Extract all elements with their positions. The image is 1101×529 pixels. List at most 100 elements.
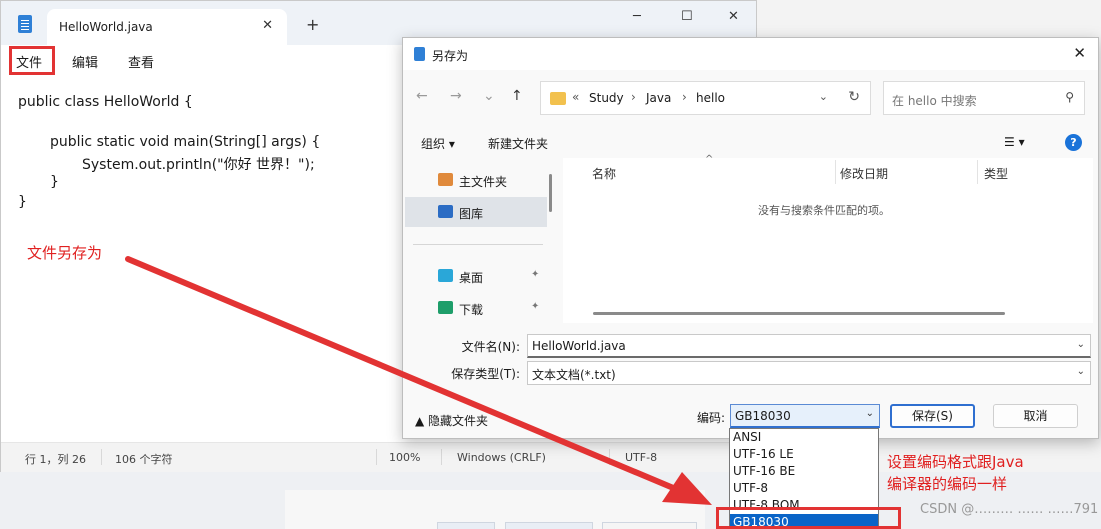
annotation-encoding-line2: 编译器的编码一样	[887, 475, 1008, 493]
cancel-button[interactable]: 取消	[993, 404, 1078, 428]
sidebar-divider	[413, 244, 543, 245]
encoding-option-ansi[interactable]: ANSI	[730, 429, 878, 446]
code-line: }	[18, 194, 27, 210]
background-button	[602, 522, 697, 529]
encoding-option-utf8[interactable]: UTF-8	[730, 480, 878, 497]
code-line: public static void main(String[] args) {	[50, 134, 321, 150]
sidebar-item-label: 下载	[459, 303, 484, 317]
filetype-label: 保存类型(T):	[451, 367, 520, 381]
status-divider	[101, 449, 102, 465]
tab-helloworld[interactable]: HelloWorld.java ✕	[47, 9, 287, 45]
column-name[interactable]: 名称	[592, 165, 616, 182]
pin-icon[interactable]: ✦	[531, 269, 539, 280]
organize-menu[interactable]: 组织 ▾	[421, 135, 455, 152]
breadcrumb-separator: ›	[682, 90, 687, 104]
breadcrumb-java[interactable]: Java	[646, 91, 671, 105]
encoding-option-utf16le[interactable]: UTF-16 LE	[730, 446, 878, 463]
filename-row: 文件名(N): HelloWorld.java ⌄	[403, 334, 1098, 358]
hide-folders-button[interactable]: ▲ 隐藏文件夹	[415, 412, 488, 429]
encoding-select[interactable]: GB18030 ⌄	[730, 404, 880, 428]
sidebar-item-gallery[interactable]: 图库	[405, 197, 547, 227]
annotation-save-as: 文件另存为	[27, 244, 103, 262]
menu-view[interactable]: 查看	[128, 52, 154, 71]
tab-title: HelloWorld.java	[59, 20, 153, 34]
sort-ascending-icon: ^	[705, 154, 714, 165]
search-icon[interactable]: ⚲	[1065, 90, 1074, 104]
chevron-down-icon[interactable]: ⌄	[1077, 339, 1085, 350]
save-as-dialog: 另存为 ✕ ← → ⌄ ↑ « Study › Java › hello ⌄ ↻…	[402, 37, 1099, 439]
status-bar: 行 1，列 26 106 个字符 100% Windows (CRLF) UTF…	[1, 442, 756, 472]
code-line: public class HelloWorld {	[18, 94, 193, 110]
chevron-down-icon[interactable]: ⌄	[819, 90, 828, 103]
status-divider	[441, 449, 442, 465]
breadcrumb-overflow[interactable]: «	[572, 90, 579, 104]
minimize-icon[interactable]: ─	[633, 9, 641, 24]
chevron-down-icon[interactable]: ⌄	[866, 408, 874, 419]
sidebar-item-label: 桌面	[459, 271, 484, 285]
status-encoding: UTF-8	[625, 451, 658, 464]
tab-close-icon[interactable]: ✕	[262, 18, 273, 33]
navigation-bar: ← → ⌄ ↑ « Study › Java › hello ⌄ ↻ 在 hel…	[403, 78, 1098, 118]
recent-locations-icon[interactable]: ⌄	[483, 88, 495, 104]
filetype-select[interactable]: 文本文档(*.txt) ⌄	[527, 361, 1091, 385]
sidebar-scrollbar[interactable]	[549, 174, 552, 212]
new-tab-button[interactable]: +	[306, 15, 319, 34]
window-close-icon[interactable]: ✕	[728, 9, 739, 24]
search-box[interactable]: 在 hello 中搜索 ⚲	[883, 81, 1085, 115]
notepad-app-icon	[18, 15, 32, 33]
status-line-ending: Windows (CRLF)	[457, 451, 546, 464]
dialog-close-icon[interactable]: ✕	[1073, 44, 1086, 62]
encoding-label: 编码:	[697, 411, 726, 425]
breadcrumb-hello[interactable]: hello	[696, 91, 725, 105]
encoding-option-utf16be[interactable]: UTF-16 BE	[730, 463, 878, 480]
breadcrumb-study[interactable]: Study	[589, 91, 624, 105]
horizontal-scrollbar[interactable]	[593, 312, 1005, 315]
help-icon[interactable]: ?	[1065, 134, 1082, 151]
menu-edit[interactable]: 编辑	[72, 52, 98, 71]
sidebar-item-desktop[interactable]: 桌面 ✦	[405, 261, 547, 291]
sidebar-item-home[interactable]: 主文件夹	[405, 165, 547, 195]
status-divider	[376, 449, 377, 465]
file-list[interactable]: ^ 名称 修改日期 类型 没有与搜索条件匹配的项。	[563, 154, 1093, 323]
encoding-selected-value: GB18030	[735, 409, 791, 423]
chevron-down-icon[interactable]: ⌄	[1077, 366, 1085, 377]
forward-arrow-icon[interactable]: →	[450, 88, 462, 104]
annotation-encoding-line1: 设置编码格式跟Java	[887, 453, 1024, 471]
column-divider[interactable]	[835, 160, 836, 184]
status-position: 行 1，列 26	[25, 453, 86, 466]
notepad-app-icon	[414, 47, 425, 61]
filename-field[interactable]: HelloWorld.java ⌄	[527, 334, 1091, 358]
empty-results-message: 没有与搜索条件匹配的项。	[758, 204, 890, 217]
status-divider	[609, 449, 610, 465]
refresh-icon[interactable]: ↻	[848, 89, 860, 105]
address-bar[interactable]: « Study › Java › hello ⌄ ↻	[540, 81, 871, 115]
highlight-box-gb18030	[716, 507, 901, 529]
breadcrumb-separator: ›	[631, 90, 636, 104]
watermark: CSDN @……… …… ……791	[920, 502, 1099, 517]
search-input[interactable]: 在 hello 中搜索	[892, 92, 977, 109]
dialog-title: 另存为	[432, 49, 469, 63]
new-folder-button[interactable]: 新建文件夹	[488, 135, 548, 152]
pin-icon[interactable]: ✦	[531, 301, 539, 312]
code-line: System.out.println("你好 世界！");	[82, 157, 315, 173]
filetype-row: 保存类型(T): 文本文档(*.txt) ⌄	[403, 361, 1098, 385]
folder-icon	[550, 92, 566, 105]
home-icon	[438, 173, 453, 186]
gallery-icon	[438, 205, 453, 218]
download-icon	[438, 301, 453, 314]
highlight-box-file-menu	[9, 46, 55, 75]
column-divider[interactable]	[977, 160, 978, 184]
maximize-icon[interactable]: ☐	[681, 9, 693, 24]
sidebar-item-downloads[interactable]: 下载 ✦	[405, 293, 547, 323]
column-type[interactable]: 类型	[984, 165, 1008, 182]
save-button[interactable]: 保存(S)	[890, 404, 975, 428]
column-date-modified[interactable]: 修改日期	[840, 165, 888, 182]
dialog-titlebar: 另存为 ✕	[403, 38, 1098, 70]
up-arrow-icon[interactable]: ↑	[511, 88, 523, 104]
desktop-icon	[438, 269, 453, 282]
dialog-toolbar: 组织 ▾ 新建文件夹 ☰ ▾ ?	[403, 128, 1098, 156]
filename-value: HelloWorld.java	[532, 339, 626, 353]
back-arrow-icon[interactable]: ←	[416, 88, 428, 104]
view-options-button[interactable]: ☰ ▾	[1004, 135, 1025, 149]
navigation-pane: 主文件夹 图库 桌面 ✦ 下载 ✦	[403, 158, 553, 323]
